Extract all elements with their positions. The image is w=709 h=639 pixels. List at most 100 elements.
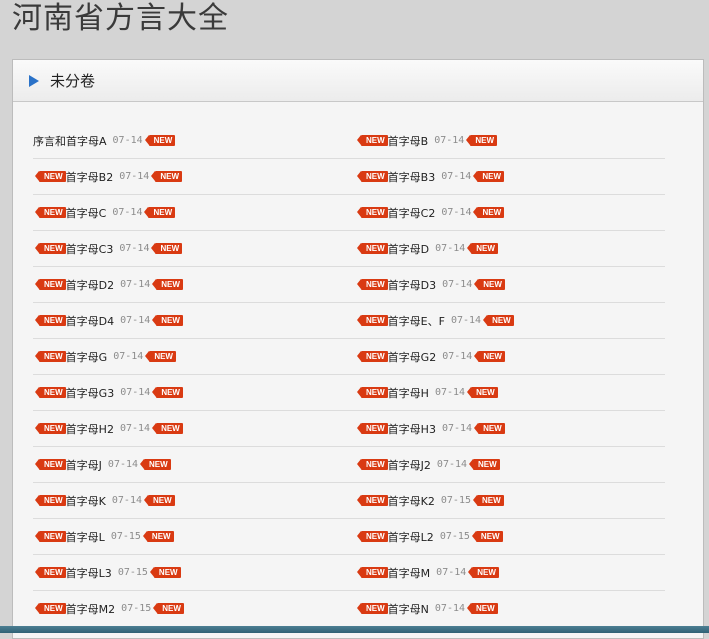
chapter-link[interactable]: 首字母K	[66, 493, 106, 509]
new-badge: NEW	[142, 531, 174, 542]
new-badge: NEW	[357, 459, 388, 470]
chapter-item[interactable]: NEW 首字母B3 07-14 NEW	[355, 159, 504, 194]
chapter-item[interactable]: NEW 首字母J2 07-14 NEW	[355, 447, 500, 482]
chapter-link[interactable]: 首字母N	[388, 601, 429, 617]
chapter-link[interactable]: 首字母D	[388, 241, 429, 257]
chapter-item[interactable]: NEW 首字母C2 07-14 NEW	[355, 195, 505, 230]
chapter-link[interactable]: 首字母J2	[388, 457, 431, 473]
new-badge: NEW	[151, 243, 183, 254]
chapter-date: 07-14	[450, 315, 482, 326]
new-badge: NEW	[357, 603, 388, 614]
chapter-date: 07-14	[442, 351, 473, 362]
chapter-row: NEW 首字母D4 07-14 NEW NEW 首字母E、F 07-14 NEW	[33, 303, 665, 339]
chapter-link[interactable]: 首字母L	[66, 529, 105, 545]
new-badge: NEW	[471, 531, 503, 542]
chapter-link[interactable]: 首字母D3	[388, 277, 436, 293]
chapter-item[interactable]: NEW 首字母E、F 07-14 NEW	[355, 303, 514, 338]
new-badge: NEW	[357, 531, 388, 542]
chapter-row: NEW 首字母C3 07-14 NEW NEW 首字母D 07-14 NEW	[33, 231, 665, 267]
chapter-date: 07-14	[120, 315, 151, 326]
chapter-item[interactable]: NEW 首字母G3 07-14 NEW	[33, 375, 183, 410]
new-badge: NEW	[35, 351, 66, 362]
chapter-item[interactable]: NEW 首字母C3 07-14 NEW	[33, 231, 183, 266]
chapter-link[interactable]: 首字母M2	[66, 601, 116, 617]
chapter-link[interactable]: 首字母J	[66, 457, 102, 473]
chapter-link[interactable]: 首字母H3	[388, 421, 436, 437]
chapter-item[interactable]: NEW 首字母K 07-14 NEW	[33, 483, 175, 518]
section-title: 未分卷	[50, 72, 96, 90]
chapter-item[interactable]: NEW 首字母M 07-14 NEW	[355, 555, 499, 590]
new-badge: NEW	[144, 495, 175, 506]
chapter-link[interactable]: 首字母H	[388, 385, 429, 401]
chapter-item[interactable]: NEW 首字母H 07-14 NEW	[355, 375, 498, 410]
new-badge: NEW	[357, 207, 388, 218]
chapter-date: 07-15	[121, 603, 152, 614]
chapter-item[interactable]: NEW 首字母H3 07-14 NEW	[355, 411, 505, 446]
chapter-link[interactable]: 首字母M	[388, 565, 431, 581]
chapter-link[interactable]: 首字母D4	[66, 313, 114, 329]
chapter-link[interactable]: 首字母C3	[66, 241, 114, 257]
chapter-item[interactable]: NEW 首字母B2 07-14 NEW	[33, 159, 182, 194]
chapter-link[interactable]: 首字母E、F	[388, 313, 445, 329]
chapter-item[interactable]: NEW 首字母D4 07-14 NEW	[33, 303, 183, 338]
new-badge: NEW	[357, 423, 388, 434]
chapter-link[interactable]: 首字母B	[388, 133, 429, 149]
chapter-date: 07-15	[117, 567, 148, 578]
chapter-link[interactable]: 首字母L2	[388, 529, 434, 545]
new-badge: NEW	[466, 135, 497, 146]
chapter-item[interactable]: NEW 首字母G2 07-14 NEW	[355, 339, 505, 374]
chapter-row: NEW 首字母D2 07-14 NEW NEW 首字母D3 07-14 NEW	[33, 267, 665, 303]
chapter-item[interactable]: NEW 首字母D2 07-14 NEW	[33, 267, 183, 302]
chapter-row: NEW 首字母L3 07-15 NEW NEW 首字母M 07-14 NEW	[33, 555, 665, 591]
new-badge: NEW	[35, 531, 66, 542]
new-badge: NEW	[152, 423, 183, 434]
chapter-item[interactable]: NEW 首字母L2 07-15 NEW	[355, 519, 503, 554]
chapter-link[interactable]: 首字母K2	[388, 493, 435, 509]
chapter-link[interactable]: 首字母D2	[66, 277, 114, 293]
chapter-item[interactable]: NEW 首字母K2 07-15 NEW	[355, 483, 504, 518]
new-badge: NEW	[149, 567, 181, 578]
chapter-link[interactable]: 首字母L3	[66, 565, 112, 581]
chapter-row: NEW 首字母K 07-14 NEW NEW 首字母K2 07-15 NEW	[33, 483, 665, 519]
new-badge: NEW	[144, 207, 176, 218]
chapter-link[interactable]: 首字母B3	[388, 169, 436, 185]
new-badge: NEW	[357, 243, 388, 254]
chapter-link[interactable]: 首字母C2	[388, 205, 436, 221]
chapter-date: 07-14	[436, 459, 468, 470]
new-badge: NEW	[151, 171, 182, 182]
chapter-item[interactable]: NEW 首字母J 07-14 NEW	[33, 447, 171, 482]
chapter-link[interactable]: 首字母G	[66, 349, 108, 365]
chapter-link[interactable]: 序言和首字母A	[33, 133, 107, 149]
chapter-item[interactable]: NEW 首字母C 07-14 NEW	[33, 195, 176, 230]
new-badge: NEW	[483, 315, 514, 326]
chapter-item[interactable]: NEW 首字母G 07-14 NEW	[33, 339, 176, 374]
chapter-link[interactable]: 首字母B2	[66, 169, 114, 185]
chapter-date: 07-14	[119, 423, 151, 434]
chapter-item[interactable]: NEW 首字母H2 07-14 NEW	[33, 411, 183, 446]
chapter-item[interactable]: 序言和首字母A 07-14 NEW	[33, 123, 176, 158]
chapter-item[interactable]: NEW 首字母L3 07-15 NEW	[33, 555, 181, 590]
new-badge: NEW	[35, 423, 66, 434]
chapter-date: 07-14	[119, 243, 150, 254]
chapter-item[interactable]: NEW 首字母M2 07-15 NEW	[33, 591, 184, 626]
new-badge: NEW	[357, 315, 388, 326]
chapter-item[interactable]: NEW 首字母L 07-15 NEW	[33, 519, 174, 554]
chapter-item[interactable]: NEW 首字母B 07-14 NEW	[355, 123, 497, 158]
chapter-item[interactable]: NEW 首字母N 07-14 NEW	[355, 591, 498, 626]
chapter-link[interactable]: 首字母C	[66, 205, 107, 221]
chapter-link[interactable]: 首字母G3	[66, 385, 115, 401]
new-badge: NEW	[35, 495, 66, 506]
chapter-link[interactable]: 首字母G2	[388, 349, 437, 365]
chapter-date: 07-14	[113, 351, 144, 362]
chapter-item[interactable]: NEW 首字母D 07-14 NEW	[355, 231, 498, 266]
chapter-date: 07-14	[441, 207, 472, 218]
new-badge: NEW	[357, 135, 388, 146]
new-badge: NEW	[474, 279, 505, 290]
new-badge: NEW	[357, 387, 388, 398]
chapter-row: NEW 首字母G 07-14 NEW NEW 首字母G2 07-14 NEW	[33, 339, 665, 375]
chapter-item[interactable]: NEW 首字母D3 07-14 NEW	[355, 267, 505, 302]
chapter-row: 序言和首字母A 07-14 NEW NEW 首字母B 07-14 NEW	[33, 123, 665, 159]
chapter-link[interactable]: 首字母H2	[66, 421, 114, 437]
new-badge: NEW	[144, 135, 176, 146]
chapter-date: 07-14	[436, 567, 467, 578]
